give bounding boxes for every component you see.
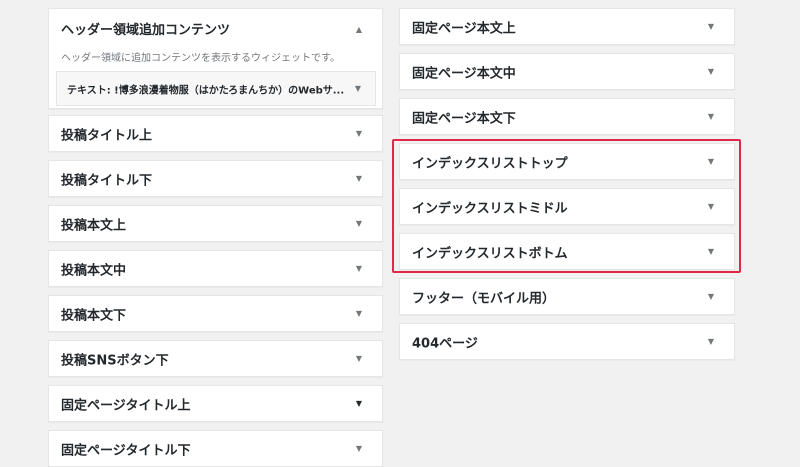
text-widget[interactable]: テキスト: !博多浪漫着物服（はかたろまんちか）のWebサ... ▼ <box>56 71 376 106</box>
widget-area-index-list-bottom[interactable]: インデックスリストボトム ▼ <box>399 233 735 270</box>
expand-arrow-icon[interactable]: ▼ <box>708 22 714 31</box>
widget-area-title: 404ページ <box>412 336 478 351</box>
widget-area-title: 投稿本文下 <box>61 308 127 323</box>
widget-area-title: 投稿SNSボタン下 <box>61 353 169 368</box>
widget-area-post-title-below[interactable]: 投稿タイトル下 ▼ <box>48 160 383 197</box>
expand-arrow-icon[interactable]: ▼ <box>708 157 714 166</box>
expand-arrow-icon[interactable]: ▼ <box>708 337 714 346</box>
widget-area-page-body-middle[interactable]: 固定ページ本文中 ▼ <box>399 53 735 90</box>
widget-area-title: 投稿本文中 <box>61 263 127 278</box>
widget-area-title: 投稿タイトル上 <box>61 128 153 143</box>
expand-arrow-icon[interactable]: ▼ <box>356 129 362 138</box>
widget-area-title: 固定ページ本文下 <box>412 111 516 126</box>
expand-arrow-icon[interactable]: ▼ <box>356 174 362 183</box>
widget-area-post-sns-below[interactable]: 投稿SNSボタン下 ▼ <box>48 340 383 377</box>
widget-area-page-body-below[interactable]: 固定ページ本文下 ▼ <box>399 98 735 135</box>
expand-arrow-icon[interactable]: ▼ <box>356 264 362 273</box>
widget-area-footer-mobile[interactable]: フッター（モバイル用） ▼ <box>399 278 735 315</box>
widget-area-404-page[interactable]: 404ページ ▼ <box>399 323 735 360</box>
widget-area-title: 固定ページタイトル下 <box>61 443 191 458</box>
widget-area-header-extra[interactable]: ヘッダー領域追加コンテンツ ▲ ヘッダー領域に追加コンテンツを表示するウィジェッ… <box>48 8 383 109</box>
widget-area-title: 固定ページ本文上 <box>412 21 516 36</box>
widget-area-title: インデックスリストミドル <box>412 201 568 216</box>
expand-arrow-icon[interactable]: ▼ <box>708 112 714 121</box>
widget-area-index-list-top[interactable]: インデックスリストトップ ▼ <box>399 143 735 180</box>
widget-area-page-body-above[interactable]: 固定ページ本文上 ▼ <box>399 8 735 45</box>
expand-arrow-icon[interactable]: ▼ <box>356 399 362 408</box>
expand-arrow-icon[interactable]: ▼ <box>356 219 362 228</box>
widget-area-title: 固定ページタイトル上 <box>61 398 191 413</box>
text-widget-title: テキスト: !博多浪漫着物服（はかたろまんちか）のWebサ... <box>67 85 345 96</box>
widget-area-post-body-middle[interactable]: 投稿本文中 ▼ <box>48 250 383 287</box>
expand-arrow-icon[interactable]: ▼ <box>355 84 361 93</box>
widget-area-title: 投稿本文上 <box>61 218 127 233</box>
widget-area-title: フッター（モバイル用） <box>412 291 556 306</box>
widget-area-title: インデックスリストトップ <box>412 156 568 171</box>
expand-arrow-icon[interactable]: ▼ <box>356 309 362 318</box>
widget-area-title: 投稿タイトル下 <box>61 173 153 188</box>
expand-arrow-icon[interactable]: ▼ <box>356 444 362 453</box>
expand-arrow-icon[interactable]: ▼ <box>708 67 714 76</box>
expand-arrow-icon[interactable]: ▼ <box>708 247 714 256</box>
widget-area-title: ヘッダー領域追加コンテンツ <box>61 23 231 38</box>
widget-area-title: 固定ページ本文中 <box>412 66 516 81</box>
expand-arrow-icon[interactable]: ▼ <box>708 292 714 301</box>
widget-area-index-list-middle[interactable]: インデックスリストミドル ▼ <box>399 188 735 225</box>
widget-area-post-body-below[interactable]: 投稿本文下 ▼ <box>48 295 383 332</box>
widget-area-post-title-above[interactable]: 投稿タイトル上 ▼ <box>48 115 383 152</box>
expand-arrow-icon[interactable]: ▼ <box>708 202 714 211</box>
widget-area-post-body-above[interactable]: 投稿本文上 ▼ <box>48 205 383 242</box>
collapse-arrow-icon[interactable]: ▲ <box>356 26 362 34</box>
widget-area-title: インデックスリストボトム <box>412 246 568 261</box>
widget-area-page-title-below[interactable]: 固定ページタイトル下 ▼ <box>48 430 383 467</box>
widget-area-description: ヘッダー領域に追加コンテンツを表示するウィジェットです。 <box>61 53 340 64</box>
expand-arrow-icon[interactable]: ▼ <box>356 354 362 363</box>
widget-area-page-title-above[interactable]: 固定ページタイトル上 ▼ <box>48 385 383 422</box>
